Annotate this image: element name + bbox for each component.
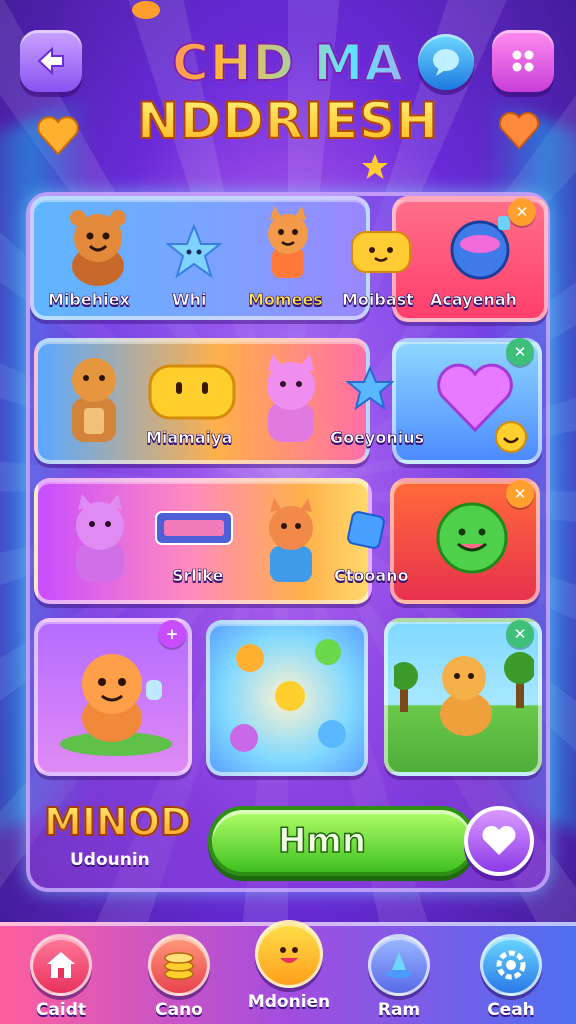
close-badge-icon[interactable]: ✕ [506, 620, 534, 648]
candy-decoration-icon [132, 1, 160, 19]
character-label-moibast: Moibast [342, 290, 414, 310]
character-label-mibehiex: Mibehiex [48, 290, 130, 310]
nav-item-settings[interactable]: Ceah [456, 926, 566, 1024]
grid-dots-icon [512, 50, 534, 72]
add-badge-icon[interactable]: + [158, 620, 186, 648]
green-slime-icon[interactable] [430, 494, 514, 584]
unicorn-cat-icon[interactable] [254, 350, 328, 446]
character-label-whi: Whi [172, 290, 207, 310]
back-arrow-icon [37, 46, 64, 76]
close-badge-icon[interactable]: ✕ [506, 480, 534, 508]
bell-icon [368, 934, 430, 996]
mode-subtitle: Udounin [70, 850, 150, 870]
settings-icon [480, 934, 542, 996]
game-title-line2: NDDRIESH [92, 91, 484, 151]
fox-boy-icon[interactable] [256, 496, 326, 586]
star-decoration-icon [362, 154, 388, 179]
character-label-momees: Momees [248, 290, 323, 310]
fox-icon[interactable] [256, 204, 320, 288]
menu-button[interactable] [492, 30, 554, 92]
heart-icon [482, 825, 516, 855]
heart-decoration-icon [499, 112, 539, 150]
flying-creatures-icon[interactable] [216, 630, 360, 770]
blue-gem-icon[interactable] [344, 508, 388, 552]
smiley-icon [255, 920, 323, 988]
nav-item-home[interactable]: Caidt [6, 926, 116, 1024]
chat-bubble-icon [433, 49, 459, 76]
nav-item-smiley[interactable]: Mdonien [234, 920, 344, 1024]
character-label-acayenah: Acayenah [430, 290, 518, 310]
slime-icon[interactable] [348, 226, 414, 276]
play-button[interactable]: Hmn [208, 806, 476, 876]
nav-item-bell[interactable]: Ram [344, 926, 454, 1024]
lion-cub-icon[interactable] [50, 640, 180, 760]
character-label-ctooano: Ctooano [334, 566, 409, 586]
character-label-miamaiya: Miamaiya [146, 428, 233, 448]
close-badge-icon[interactable]: ✕ [508, 198, 536, 226]
close-badge-icon[interactable]: ✕ [506, 338, 534, 366]
character-label-goeyonius: Goeyonius [330, 428, 425, 448]
heart-decoration-icon [37, 116, 79, 156]
star-creature-icon[interactable] [164, 222, 224, 282]
yellow-slime-icon[interactable] [146, 362, 238, 422]
play-button-label: Hmn [277, 820, 367, 862]
back-button[interactable] [20, 30, 82, 92]
nav-label-bell: Ram [377, 1000, 421, 1020]
meadow-bear-icon[interactable] [394, 638, 534, 762]
mode-title: MINOD [43, 799, 193, 845]
bear-icon[interactable] [52, 204, 144, 290]
keyboard-icon[interactable] [154, 508, 234, 548]
nav-label-coins: Cano [155, 1000, 203, 1020]
bear-standing-icon[interactable] [56, 350, 132, 450]
favorite-button[interactable] [464, 806, 534, 876]
blue-star-icon[interactable] [346, 366, 394, 410]
cat-icon[interactable] [60, 490, 140, 586]
bomb-icon[interactable] [442, 208, 520, 284]
nav-item-coins[interactable]: Cano [124, 926, 234, 1024]
chat-button[interactable] [418, 34, 474, 90]
nav-label-home: Caidt [35, 1000, 87, 1020]
nav-label-settings: Ceah [487, 1000, 535, 1020]
nav-label-smiley: Mdonien [247, 992, 331, 1012]
bottom-nav-bar: Caidt Cano Mdonien Ram Ceah [0, 920, 576, 1024]
coins-icon [148, 934, 210, 996]
smiley-badge-icon [495, 421, 527, 453]
home-icon [30, 934, 92, 996]
character-label-srlike: Srlike [172, 566, 224, 586]
